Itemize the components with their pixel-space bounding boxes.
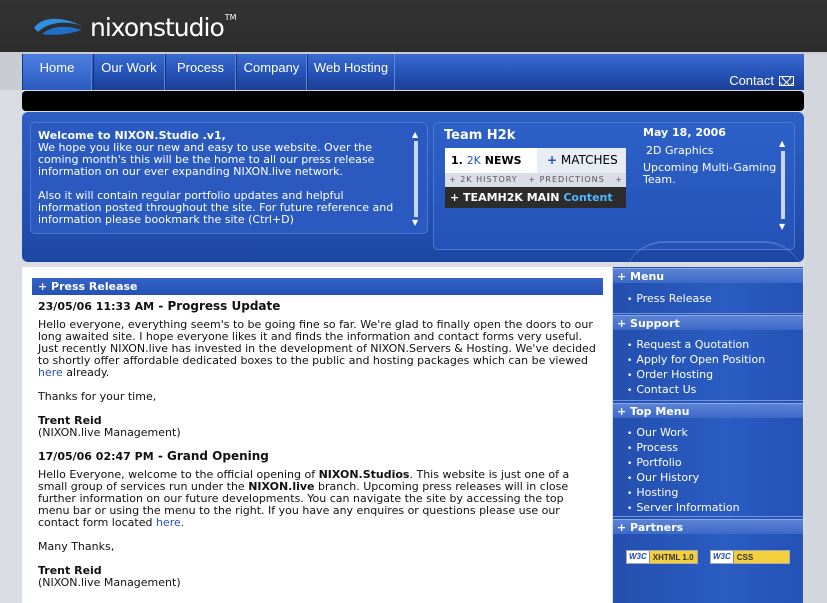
divider bbox=[613, 516, 803, 517]
nav-item-home[interactable]: Home bbox=[22, 54, 92, 90]
here-link[interactable]: here. bbox=[156, 516, 184, 529]
tab-matches[interactable]: + MATCHES bbox=[537, 148, 626, 173]
scroll-down-arrow-icon[interactable]: ▼ bbox=[412, 217, 418, 229]
sidebar-item-our-history[interactable]: Our History bbox=[627, 471, 740, 486]
nav-item-our-work[interactable]: Our Work bbox=[93, 54, 165, 90]
scroll-thumb[interactable] bbox=[414, 141, 418, 217]
link-2k-history[interactable]: + 2K HISTORY bbox=[449, 175, 518, 184]
team-widget: 1. 2K NEWS + MATCHES + 2K HISTORY + PRED… bbox=[445, 148, 626, 212]
sidebar-item-request-quotation[interactable]: Request a Quotation bbox=[627, 338, 765, 353]
scroll-up-arrow-icon[interactable]: ▲ bbox=[779, 139, 785, 148]
link-predictions[interactable]: + PREDICTIONS bbox=[528, 175, 604, 184]
post-thanks: Thanks for your time, bbox=[38, 390, 157, 403]
link-teamh2k-main[interactable]: + TEAMH2K MAIN Content bbox=[445, 187, 626, 208]
post-heading: 17/05/06 02:47 PM - Grand Opening bbox=[38, 450, 598, 463]
post-body: Hello Everyone, welcome to the official … bbox=[38, 469, 598, 529]
post-body-after: already. bbox=[62, 366, 110, 379]
matches-plus: + bbox=[547, 153, 558, 167]
sidebar-item-portfolio[interactable]: Portfolio bbox=[627, 456, 740, 471]
sidebar-item-press-release[interactable]: Press Release bbox=[627, 292, 711, 307]
press-release-header: + Press Release bbox=[32, 278, 603, 295]
sidebar-item-our-work[interactable]: Our Work bbox=[627, 426, 740, 441]
post-heading: 23/05/06 11:33 AM - Progress Update bbox=[38, 300, 598, 313]
envelope-icon bbox=[779, 75, 794, 86]
contact-label: Contact bbox=[729, 73, 774, 88]
sidebar-menu-header: + Menu bbox=[613, 268, 803, 283]
sidebar-partners-header: + Partners bbox=[613, 519, 803, 534]
news-prefix: 1. bbox=[451, 154, 463, 167]
post-title: Grand Opening bbox=[166, 449, 269, 463]
sidebar-top-menu-header: + Top Menu bbox=[613, 403, 803, 418]
team-line-2: Upcoming Multi-Gaming Team. bbox=[643, 161, 777, 186]
team-panel: Team H2k 1. 2K NEWS + MATCHES + 2K HISTO… bbox=[433, 122, 804, 250]
sidebar-item-apply-position[interactable]: Apply for Open Position bbox=[627, 353, 765, 368]
divider bbox=[613, 313, 803, 314]
post-body: Hello everyone, everything seem's to be … bbox=[38, 319, 598, 379]
post-role: (NIXON.live Management) bbox=[38, 426, 181, 439]
welcome-para-1: We hope you like our new and easy to use… bbox=[38, 141, 375, 178]
sidebar-item-process[interactable]: Process bbox=[627, 441, 740, 456]
badge-w3c: W3C bbox=[711, 551, 733, 563]
right-gutter bbox=[804, 54, 827, 603]
scroll-down-arrow-icon[interactable]: ▼ bbox=[779, 222, 785, 231]
contact-link[interactable]: Contact bbox=[729, 73, 794, 88]
nav-item-web-hosting[interactable]: Web Hosting bbox=[307, 54, 395, 90]
right-sidebar: + Menu Press Release + Support Request a… bbox=[613, 267, 803, 603]
here-link[interactable]: here bbox=[38, 366, 63, 379]
post-body-text: Hello everyone, everything seem's to be … bbox=[38, 318, 596, 367]
subnav-plus: + bbox=[615, 175, 624, 184]
sidebar-menu-list: Press Release bbox=[627, 292, 711, 307]
news-label: NEWS bbox=[484, 154, 522, 167]
site-logo[interactable]: nixonstudio TM bbox=[32, 12, 237, 42]
team-scrollbar[interactable]: ▲ ▼ bbox=[779, 139, 786, 231]
team-text: 2D Graphics Upcoming Multi-Gaming Team. bbox=[643, 145, 783, 186]
logo-text: nixonstudio bbox=[90, 12, 225, 42]
post-thanks: Many Thanks, bbox=[38, 540, 115, 553]
welcome-panel: Welcome to NIXON.Studio .v1, We hope you… bbox=[30, 122, 428, 234]
welcome-para-2: Also it will contain regular portfolio u… bbox=[38, 189, 394, 226]
post-progress-update: 23/05/06 11:33 AM - Progress Update Hell… bbox=[38, 300, 598, 439]
main-suffix: Content bbox=[563, 191, 613, 204]
news-num: 2K bbox=[466, 154, 481, 167]
post-title: Progress Update bbox=[167, 299, 281, 313]
post-date: 17/05/06 02:47 PM bbox=[38, 450, 154, 463]
badge-w3c: W3C bbox=[627, 551, 649, 563]
post-date: 23/05/06 11:33 AM bbox=[38, 300, 155, 313]
tab-2k-news[interactable]: 1. 2K NEWS bbox=[445, 148, 537, 173]
logo-swoosh-icon bbox=[34, 18, 82, 35]
badge-label: CSS bbox=[732, 551, 789, 563]
sidebar-support-header: + Support bbox=[613, 315, 803, 330]
sidebar-item-contact-us[interactable]: Contact Us bbox=[627, 383, 765, 398]
nav-item-process[interactable]: Process bbox=[165, 54, 236, 90]
team-subnav: + 2K HISTORY + PREDICTIONS + bbox=[445, 173, 626, 187]
team-date: May 18, 2006 bbox=[643, 126, 726, 139]
scroll-thumb[interactable] bbox=[781, 151, 785, 219]
post-role: (NIXON.live Management) bbox=[38, 576, 181, 589]
w3c-xhtml-badge[interactable]: W3C XHTML 1.0 bbox=[626, 550, 698, 564]
sidebar-support-list: Request a Quotation Apply for Open Posit… bbox=[627, 338, 765, 398]
badge-label: XHTML 1.0 bbox=[648, 551, 697, 563]
team-line-1: 2D Graphics bbox=[646, 144, 714, 157]
main-prefix: + TEAMH2K MAIN bbox=[450, 191, 560, 204]
scroll-up-arrow-icon[interactable]: ▲ bbox=[412, 129, 418, 141]
sidebar-item-server-information[interactable]: Server Information bbox=[627, 501, 739, 516]
post-sep: - bbox=[153, 449, 167, 463]
main-nav: Home Our Work Process Company Web Hostin… bbox=[22, 54, 804, 90]
main-content: + Press Release 23/05/06 11:33 AM - Prog… bbox=[22, 267, 612, 603]
team-title: Team H2k bbox=[444, 128, 516, 143]
welcome-scrollbar[interactable]: ▲ ▼ bbox=[412, 129, 419, 229]
sidebar-item-hosting[interactable]: Hosting bbox=[627, 486, 740, 501]
divider bbox=[613, 400, 803, 401]
logo-trademark: TM bbox=[224, 12, 237, 22]
feature-banner: Welcome to NIXON.Studio .v1, We hope you… bbox=[22, 112, 804, 262]
sidebar-top-menu-list: Our Work Process Portfolio Our History H… bbox=[627, 426, 740, 516]
matches-label: MATCHES bbox=[560, 153, 618, 167]
post-sep: - bbox=[154, 299, 168, 313]
sidebar-item-order-hosting[interactable]: Order Hosting bbox=[627, 368, 765, 383]
divider-bar bbox=[22, 91, 804, 111]
w3c-css-badge[interactable]: W3C CSS bbox=[710, 550, 790, 564]
post-grand-opening: 17/05/06 02:47 PM - Grand Opening Hello … bbox=[38, 450, 598, 589]
nav-item-company[interactable]: Company bbox=[236, 54, 307, 90]
